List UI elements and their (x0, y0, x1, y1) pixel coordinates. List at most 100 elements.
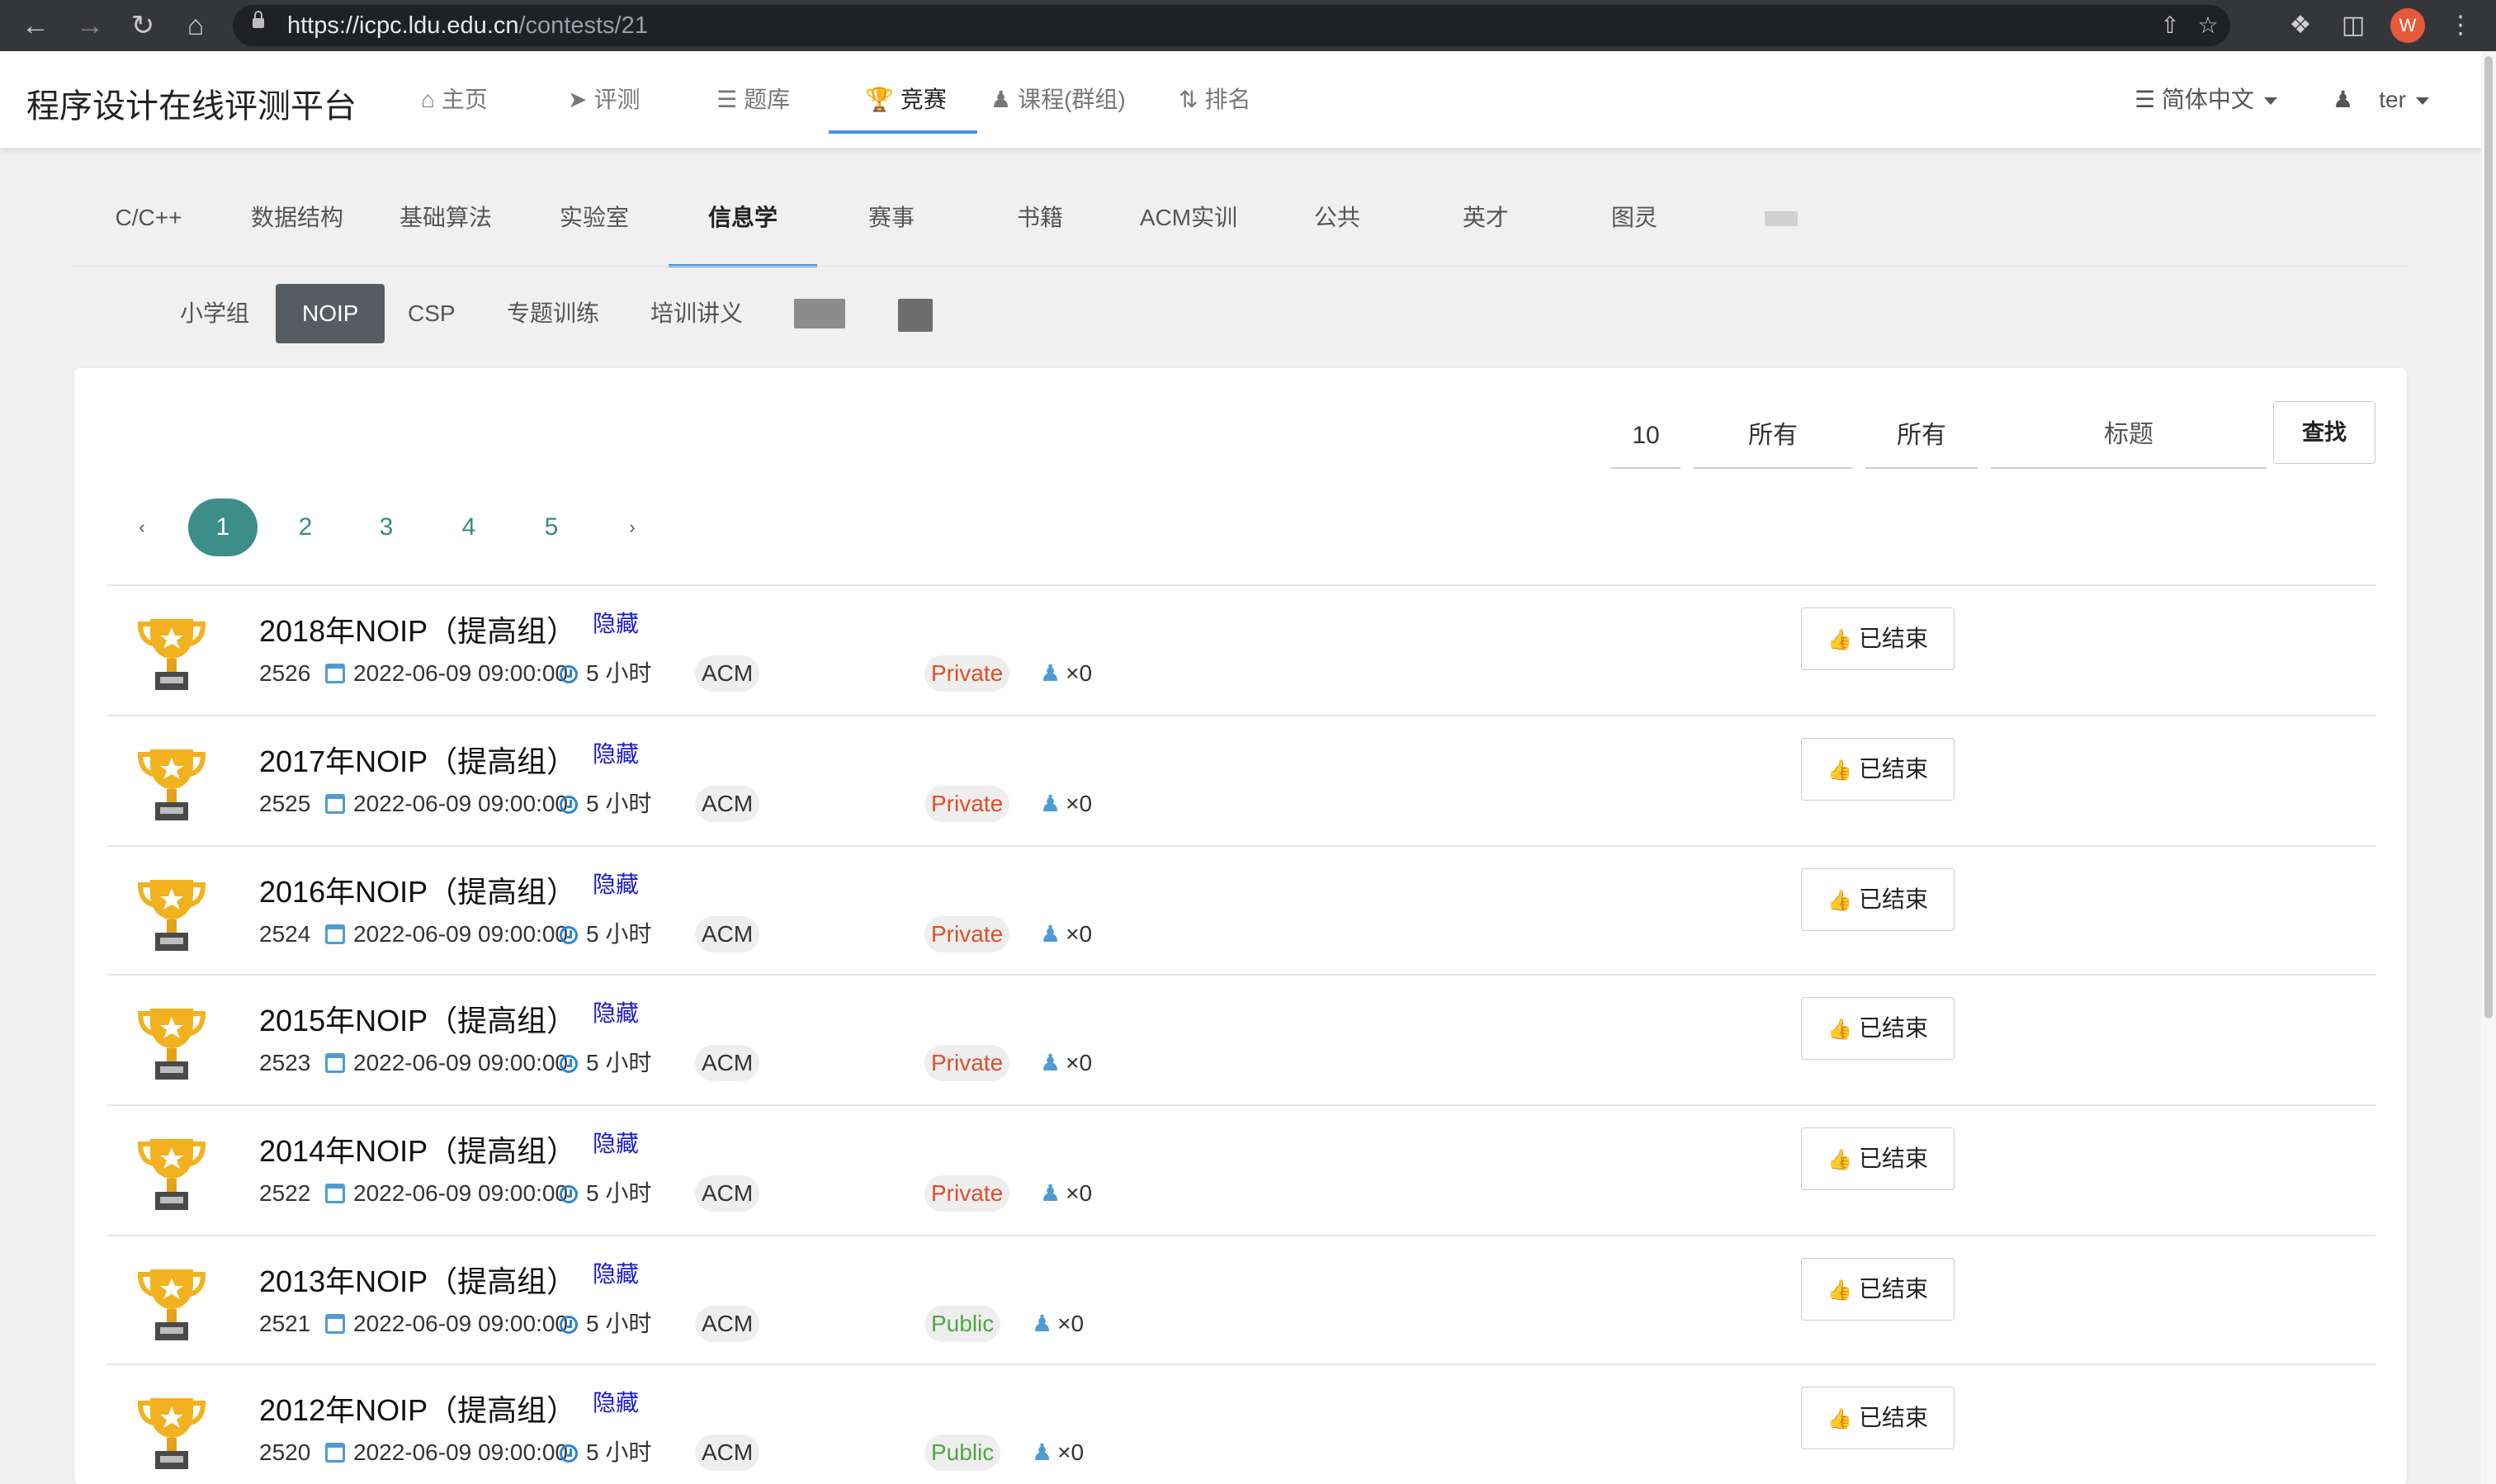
trophy-icon (137, 880, 206, 951)
category-tab[interactable]: 数据结构 (223, 185, 371, 267)
site-brand[interactable]: 程序设计在线评测平台 (26, 79, 357, 127)
contest-id: 2525 (259, 791, 311, 816)
duration-text: 5 小时 (586, 1311, 652, 1336)
participants-count: ×0 (1066, 791, 1093, 816)
home-icon: ⌂ (421, 87, 435, 112)
pagination-next[interactable]: › (598, 499, 667, 556)
category-tab[interactable]: 实验室 (520, 185, 669, 267)
hidden-tag[interactable]: 隐藏 (593, 1256, 639, 1289)
status-ended-button[interactable]: 👍 已结束 (1801, 607, 1955, 670)
status-ended-button[interactable]: 👍 已结束 (1801, 1387, 1955, 1449)
language-dropdown[interactable]: ☰ 简体中文 (2134, 51, 2277, 149)
user-icon: ♟ (1040, 921, 1061, 947)
hidden-tag[interactable]: 隐藏 (593, 867, 639, 900)
list-icon: ☰ (716, 87, 738, 112)
back-arrow-icon[interactable]: ← (17, 7, 54, 45)
category-tab[interactable]: 赛事 (817, 185, 966, 267)
category-tab[interactable]: 公共 (1263, 185, 1411, 267)
calendar-icon (325, 924, 345, 944)
hidden-tag[interactable]: 隐藏 (593, 995, 639, 1028)
contest-title[interactable]: 2013年NOIP（提高组） (259, 1258, 576, 1301)
share-icon[interactable]: ⇧ (2154, 10, 2186, 41)
status-ended-button[interactable]: 👍 已结束 (1801, 868, 1955, 931)
nav-ranking[interactable]: ⇅ 排名 (1179, 51, 1250, 149)
subcategory-pill[interactable]: 专题训练 (480, 284, 626, 343)
scrollbar-thumb[interactable] (2484, 56, 2493, 1018)
contest-title[interactable]: 2016年NOIP（提高组） (259, 868, 576, 911)
access-badge: Private (924, 916, 1010, 952)
address-bar[interactable]: https://icpc.ldu.edu.cn/contests/21 ⇧ ☆ (233, 5, 2230, 46)
hidden-tag[interactable]: 隐藏 (593, 1385, 639, 1418)
nav-contests[interactable]: 🏆 竞赛 (865, 51, 947, 149)
start-time: 2022-06-09 09:00:00 (325, 1434, 568, 1471)
duration: 5 小时 (560, 1045, 651, 1081)
contest-title[interactable]: 2017年NOIP（提高组） (259, 738, 576, 781)
pagination-prev[interactable]: ‹ (107, 499, 177, 556)
clock-icon (560, 1055, 578, 1073)
extensions-puzzle-icon[interactable]: ❖ (2281, 7, 2319, 45)
pagination-page[interactable]: 4 (434, 499, 503, 556)
pagination-page[interactable]: 3 (352, 499, 421, 556)
category-tab[interactable]: 书籍 (966, 185, 1114, 267)
nav-courses[interactable]: ♟ 课程(群组) (990, 51, 1126, 149)
hidden-tag[interactable]: 隐藏 (593, 736, 639, 769)
side-panel-icon[interactable]: ◫ (2334, 7, 2372, 45)
pagination-page[interactable]: 2 (271, 499, 340, 556)
contest-title[interactable]: 2015年NOIP（提高组） (259, 997, 576, 1040)
category-tab[interactable]: 英才 (1411, 185, 1560, 267)
hidden-tag[interactable]: 隐藏 (593, 606, 639, 639)
contest-status-select[interactable]: 所有 (1865, 403, 1978, 469)
bookmark-star-icon[interactable]: ☆ (2192, 10, 2224, 41)
category-tab[interactable]: 基础算法 (371, 185, 520, 267)
start-time-text: 2022-06-09 09:00:00 (353, 791, 568, 816)
category-tab-active[interactable]: 信息学 (669, 185, 817, 267)
send-icon: ➤ (568, 87, 588, 112)
contest-title[interactable]: 2012年NOIP（提高组） (259, 1387, 576, 1430)
clock-icon (560, 926, 578, 944)
duration-text: 5 小时 (586, 1050, 652, 1075)
calendar-icon (325, 664, 345, 683)
subcategory-pill-active[interactable]: NOIP (276, 284, 385, 343)
pagination-page[interactable]: 5 (517, 499, 586, 556)
start-time-text: 2022-06-09 09:00:00 (353, 1180, 568, 1206)
category-tab[interactable]: 图灵 (1560, 185, 1709, 267)
blurred-category-tab[interactable] (1765, 211, 1798, 226)
contest-type-badge: ACM (695, 1045, 760, 1081)
page-size-select[interactable]: 10 (1611, 403, 1681, 469)
status-ended-button[interactable]: 👍 已结束 (1801, 1258, 1955, 1321)
user-icon: ♟ (1040, 1050, 1061, 1075)
pagination-page-active[interactable]: 1 (188, 499, 258, 556)
status-ended-button[interactable]: 👍 已结束 (1801, 738, 1955, 801)
home-icon[interactable]: ⌂ (177, 7, 215, 45)
profile-avatar[interactable]: W (2390, 8, 2425, 43)
access-badge: Public (924, 1434, 1001, 1471)
nav-problems[interactable]: ☰ 题库 (716, 51, 790, 149)
forward-arrow-icon[interactable]: → (71, 7, 109, 45)
subcategory-pill[interactable]: 小学组 (154, 284, 276, 343)
trophy-icon (137, 1398, 206, 1469)
category-tab[interactable]: ACM实训 (1114, 185, 1263, 267)
access-badge: Public (924, 1306, 1001, 1342)
status-ended-button[interactable]: 👍 已结束 (1801, 1127, 1955, 1190)
kebab-menu-icon[interactable]: ⋮ (2442, 7, 2479, 45)
subcategory-pill[interactable]: 培训讲义 (624, 284, 769, 343)
nav-judge[interactable]: ➤ 评测 (568, 51, 640, 149)
reload-icon[interactable]: ↻ (124, 7, 162, 45)
search-button[interactable]: 查找 (2273, 401, 2375, 464)
contest-id: 2520 (259, 1439, 311, 1465)
start-time: 2022-06-09 09:00:00 (325, 786, 568, 822)
blurred-subcategory-pill[interactable] (794, 299, 845, 328)
contest-title[interactable]: 2014年NOIP（提高组） (259, 1127, 576, 1170)
title-search-input[interactable] (1991, 403, 2267, 469)
hidden-tag[interactable]: 隐藏 (593, 1126, 639, 1159)
status-ended-button[interactable]: 👍 已结束 (1801, 997, 1955, 1060)
trophy-icon: 🏆 (865, 87, 894, 112)
contest-type-select[interactable]: 所有 (1694, 403, 1852, 469)
contest-type-badge: ACM (695, 1434, 760, 1471)
category-tab[interactable]: C/C++ (74, 185, 223, 267)
contest-title[interactable]: 2018年NOIP（提高组） (259, 607, 576, 650)
blurred-subcategory-pill[interactable] (898, 299, 933, 332)
subcategory-pill[interactable]: CSP (381, 284, 482, 343)
nav-home[interactable]: ⌂ 主页 (421, 51, 488, 149)
user-dropdown[interactable]: ♟ ter (2333, 51, 2429, 149)
